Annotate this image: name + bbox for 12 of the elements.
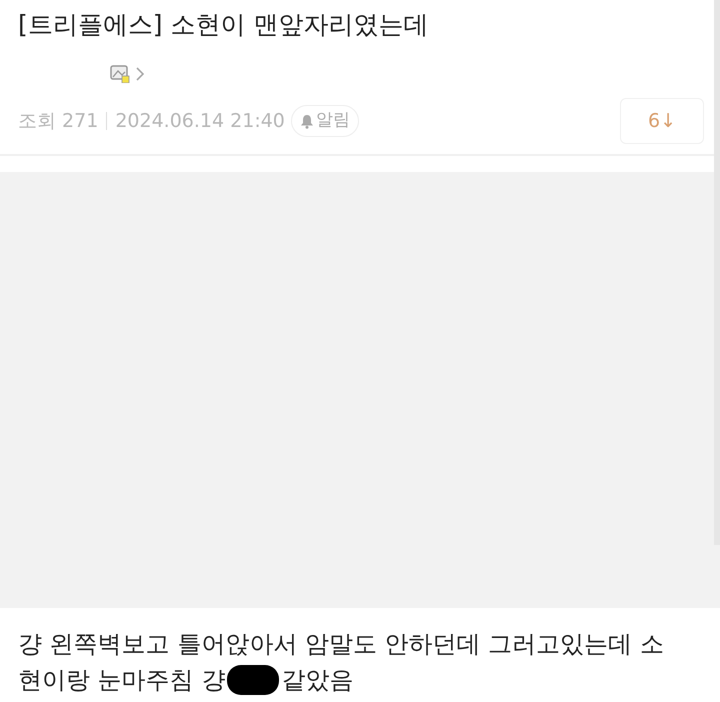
body-text: 현이랑 눈마주침 걍: [18, 665, 226, 696]
redaction-mark: [227, 665, 280, 695]
body-text: 걍 왼쪽벽보고 틀어앉아서 암말도 안하던데 그러고있는데 소: [18, 629, 665, 660]
view-count: 조회 271: [18, 108, 98, 134]
bell-icon: [300, 114, 314, 128]
comment-count-button[interactable]: 6↓: [620, 98, 704, 144]
image-icon: [110, 65, 130, 83]
post-title: [트리플에스] 소현이 맨앞자리였는데: [18, 9, 430, 41]
post-date: 2024.06.14 21:40: [115, 108, 285, 134]
chevron-right-icon[interactable]: [134, 65, 146, 83]
alert-button[interactable]: 알림: [290, 105, 359, 137]
body-text: 같았음: [281, 665, 354, 696]
